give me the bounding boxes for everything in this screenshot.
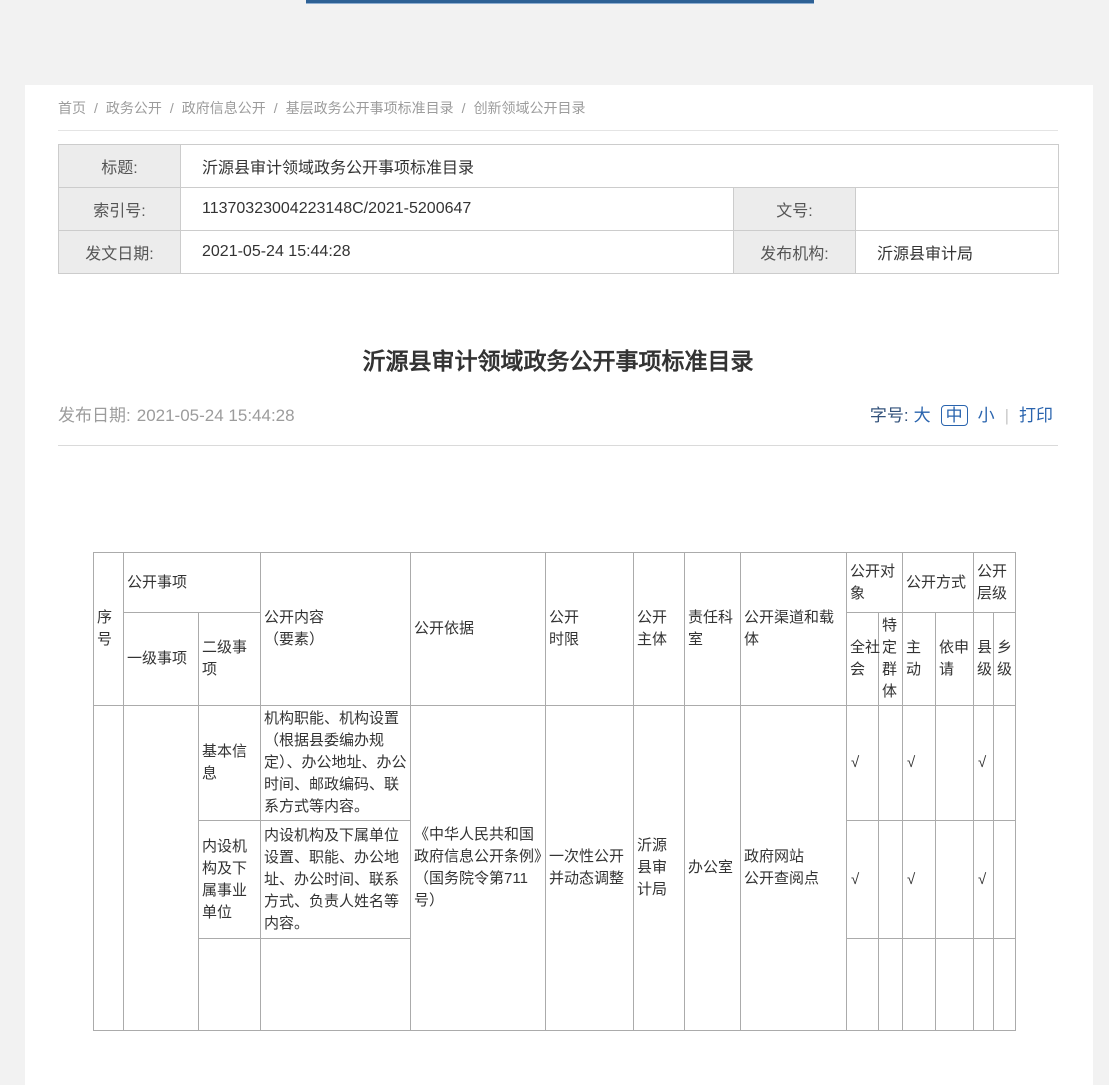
breadcrumb-link-innovation-catalog[interactable]: 创新领域公开目录: [474, 100, 586, 116]
cell-on-request-check: [936, 821, 974, 939]
col-header-channels: 公开渠道和载 体: [741, 553, 847, 706]
col-header-serial: 序 号: [94, 553, 124, 706]
breadcrumb-separator: /: [462, 100, 466, 116]
publish-info-row: 发布日期: 2021-05-24 15:44:28 字号: 大中小 | 打印: [58, 406, 1058, 446]
meta-row-title: 标题: 沂源县审计领域政务公开事项标准目录: [59, 145, 1059, 188]
cell-whole-society-check: √: [847, 706, 879, 821]
cell-proactive-check: √: [903, 821, 936, 939]
col-header-township-level: 乡 级: [994, 613, 1016, 706]
cell-whole-society-check: √: [847, 821, 879, 939]
col-header-audience: 公开对 象: [847, 553, 903, 613]
catalog-data-row-1: 基本信息 机构职能、机构设置（根据县委编办规定）、办公地址、办公时间、邮政编码、…: [94, 706, 1016, 821]
breadcrumb-link-open-gov[interactable]: 政务公开: [106, 100, 162, 116]
font-size-medium-button[interactable]: 中: [941, 405, 968, 426]
catalog-table: 序 号 公开事项 公开内容 （要素） 公开依据 公开 时限 公开 主体 责任科 …: [93, 552, 1016, 1031]
cell-channels: 政府网站 公开查阅点: [741, 706, 847, 1031]
publish-date: 发布日期: 2021-05-24 15:44:28: [58, 406, 295, 426]
meta-value-index: 11370323004223148C/2021-5200647: [181, 188, 734, 231]
breadcrumb-separator: /: [94, 100, 98, 116]
page-title: 沂源县审计领域政务公开事项标准目录: [58, 344, 1058, 378]
col-header-disclosure-item: 公开事项: [124, 553, 261, 613]
font-size-label: 字号:: [870, 406, 909, 425]
breadcrumb-link-home[interactable]: 首页: [58, 100, 86, 116]
col-header-on-request: 依申 请: [936, 613, 974, 706]
font-size-small-button[interactable]: 小: [978, 406, 995, 425]
cell-serial: [94, 706, 124, 1031]
meta-label-docnum: 文号:: [734, 188, 856, 231]
col-header-responsible-dept: 责任科 室: [685, 553, 741, 706]
col-header-subject: 公开 主体: [634, 553, 685, 706]
meta-value-docnum: [856, 188, 1059, 231]
publish-date-value: 2021-05-24 15:44:28: [137, 406, 295, 425]
meta-label-index: 索引号:: [59, 188, 181, 231]
col-header-county-level: 县 级: [974, 613, 994, 706]
breadcrumb-link-standard-catalog[interactable]: 基层政务公开事项标准目录: [286, 100, 454, 116]
content-panel: 首页 / 政务公开 / 政府信息公开 / 基层政务公开事项标准目录 / 创新领域公开目录 标题:…: [25, 85, 1093, 1085]
cell-specific-group-check: [879, 706, 903, 821]
cell-time-limit: 一次性公开并动态调整: [546, 706, 634, 1031]
controls-separator: |: [1005, 406, 1009, 425]
catalog-header-row-1: 序 号 公开事项 公开内容 （要素） 公开依据 公开 时限 公开 主体 责任科 …: [94, 553, 1016, 613]
meta-value-title: 沂源县审计领域政务公开事项标准目录: [181, 145, 1059, 188]
meta-row-index: 索引号: 11370323004223148C/2021-5200647 文号:: [59, 188, 1059, 231]
col-header-proactive: 主 动: [903, 613, 936, 706]
col-header-specific-group: 特 定 群 体: [879, 613, 903, 706]
meta-label-title: 标题:: [59, 145, 181, 188]
breadcrumb-separator: /: [274, 100, 278, 116]
cell-level1-item: [124, 706, 199, 1031]
font-size-controls: 字号: 大中小 | 打印: [870, 406, 1058, 426]
meta-value-date: 2021-05-24 15:44:28: [181, 231, 734, 274]
breadcrumb-link-gov-info[interactable]: 政府信息公开: [182, 100, 266, 116]
cell-level2-item: 基本信息: [199, 706, 261, 821]
col-header-time-limit: 公开 时限: [546, 553, 634, 706]
cell-proactive-check: √: [903, 706, 936, 821]
font-size-large-button[interactable]: 大: [914, 406, 931, 425]
cell-content: 机构职能、机构设置（根据县委编办规定）、办公地址、办公时间、邮政编码、联系方式等…: [261, 706, 411, 821]
meta-label-date: 发文日期:: [59, 231, 181, 274]
print-button[interactable]: 打印: [1019, 406, 1053, 425]
cell-level2-item: 内设机构及下属事业单位: [199, 821, 261, 939]
cell-subject: 沂源县审计局: [634, 706, 685, 1031]
breadcrumb-separator: /: [170, 100, 174, 116]
col-header-level: 公开 层级: [974, 553, 1016, 613]
cell-responsible-dept: 办公室: [685, 706, 741, 1031]
publish-date-label: 发布日期:: [58, 406, 131, 425]
cell-township-check: [994, 706, 1016, 821]
col-header-level1-item: 一级事项: [124, 613, 199, 706]
cell-specific-group-check: [879, 821, 903, 939]
cell-county-check: √: [974, 706, 994, 821]
col-header-level2-item: 二级事 项: [199, 613, 261, 706]
meta-label-agency: 发布机构:: [734, 231, 856, 274]
col-header-content: 公开内容 （要素）: [261, 553, 411, 706]
document-meta-table: 标题: 沂源县审计领域政务公开事项标准目录 索引号: 1137032300422…: [58, 144, 1059, 274]
meta-value-agency: 沂源县审计局: [856, 231, 1059, 274]
top-nav-bar-edge: [306, 0, 814, 4]
cell-county-check: √: [974, 821, 994, 939]
meta-row-date: 发文日期: 2021-05-24 15:44:28 发布机构: 沂源县审计局: [59, 231, 1059, 274]
cell-basis: 《中华人民共和国政府信息公开条例》（国务院令第711号）: [411, 706, 546, 1031]
cell-township-check: [994, 821, 1016, 939]
col-header-whole-society: 全社 会: [847, 613, 879, 706]
cell-on-request-check: [936, 706, 974, 821]
col-header-basis: 公开依据: [411, 553, 546, 706]
col-header-method: 公开方式: [903, 553, 974, 613]
breadcrumb: 首页 / 政务公开 / 政府信息公开 / 基层政务公开事项标准目录 / 创新领域公开目录: [58, 85, 1058, 131]
cell-content: 内设机构及下属单位设置、职能、办公地址、办公时间、联系方式、负责人姓名等内容。: [261, 821, 411, 939]
